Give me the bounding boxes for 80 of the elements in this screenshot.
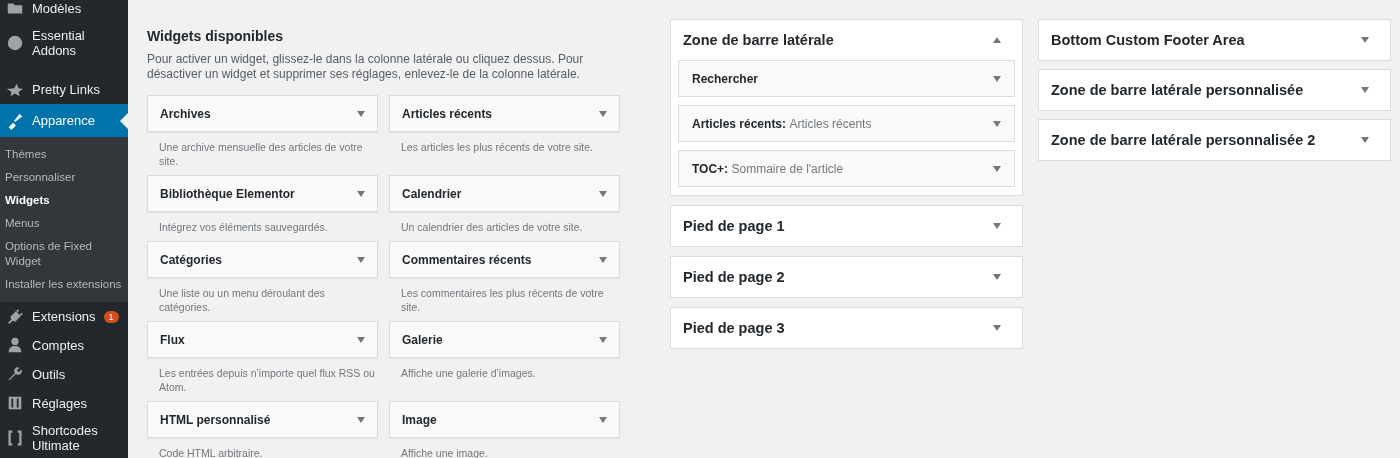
menu-item[interactable]: Extensions 1: [0, 302, 128, 331]
user-icon: [6, 336, 24, 355]
widget-card[interactable]: Archives: [147, 95, 378, 132]
caret-down-icon[interactable]: [599, 256, 607, 263]
caret-down-icon[interactable]: [993, 325, 1001, 331]
menu-label: Essential Addons: [32, 28, 86, 59]
area-title[interactable]: Bottom Custom Footer Area: [1051, 32, 1245, 48]
widget-card[interactable]: HTML personnalisé: [147, 401, 378, 438]
caret-down-icon[interactable]: [993, 223, 1001, 229]
caret-down-icon[interactable]: [1361, 87, 1369, 93]
caret-down-icon[interactable]: [357, 416, 365, 423]
area-title[interactable]: Pied de page 1: [683, 218, 785, 234]
menu-item[interactable]: Comptes: [0, 330, 128, 360]
area-title[interactable]: Zone de barre latérale personnalisée: [1051, 82, 1304, 98]
area-title[interactable]: Zone de barre latérale: [683, 32, 834, 48]
submenu-item[interactable]: Personnaliser: [0, 166, 128, 190]
menu-label: Apparence: [32, 113, 95, 129]
caret-down-icon[interactable]: [599, 416, 607, 423]
brackets-icon: [6, 428, 24, 447]
caret-down-icon[interactable]: [357, 336, 365, 343]
caret-up-icon[interactable]: [993, 37, 1001, 43]
menu-label: Pretty Links: [32, 82, 100, 98]
widget-card[interactable]: Commentaires récents: [389, 241, 620, 278]
widget-description: Les entrées depuis n’importe quel flux RSS ou Atom.: [158, 366, 376, 395]
menu-item[interactable]: Apparence: [0, 104, 128, 138]
menu-label: Shortcodes Ultimate: [32, 422, 99, 453]
area-title[interactable]: Pied de page 3: [683, 320, 785, 336]
widget-description: Intégrez vos éléments sauvegardés.: [158, 220, 329, 235]
menu-item[interactable]: Essential Addons: [0, 22, 128, 64]
widget-description: Un calendrier des articles de votre site.: [400, 220, 584, 235]
menu-label: Comptes: [32, 337, 85, 353]
widget-card[interactable]: Catégories: [147, 241, 378, 278]
widget-card[interactable]: Galerie: [389, 321, 620, 358]
submenu-item[interactable]: Options de Fixed Widget: [0, 235, 128, 274]
menu-item[interactable]: Outils: [0, 359, 128, 389]
widget-card[interactable]: Bibliothèque Elementor: [147, 175, 378, 212]
widget-card[interactable]: Image: [389, 401, 620, 438]
widget-description: Une liste ou un menu déroulant des catégories.: [158, 286, 326, 315]
widget-description: Les articles les plus récents de votre site.: [400, 140, 594, 155]
caret-down-icon[interactable]: [993, 75, 1001, 82]
caret-down-icon[interactable]: [599, 190, 607, 197]
menu-item[interactable]: Modèles: [0, 0, 128, 23]
widget-card[interactable]: Articles récents: [389, 95, 620, 132]
menu-item[interactable]: Pretty Links: [0, 75, 128, 105]
placed-widget[interactable]: TOC+: Sommaire de l'article: [678, 150, 1015, 187]
widget-description: Les commentaires les plus récents de votre site.: [400, 286, 605, 315]
menu-label: Modèles: [32, 0, 82, 16]
plug-icon: [6, 307, 24, 326]
caret-down-icon[interactable]: [357, 256, 365, 263]
count-badge: 1: [103, 310, 119, 323]
caret-down-icon[interactable]: [599, 336, 607, 343]
widget-description: Affiche une galerie d’images.: [400, 366, 537, 381]
caret-down-icon[interactable]: [599, 110, 607, 117]
submenu-item[interactable]: Installer les extensions: [0, 273, 128, 297]
area-title[interactable]: Zone de barre latérale personnalisée 2: [1051, 132, 1316, 148]
caret-down-icon[interactable]: [357, 190, 365, 197]
widget-description: Une archive mensuelle des articles de votre site.: [158, 140, 364, 169]
placed-widget[interactable]: Rechercher: [678, 60, 1015, 97]
submenu-item[interactable]: Thèmes: [0, 143, 128, 167]
caret-down-icon[interactable]: [993, 165, 1001, 172]
menu-item[interactable]: Shortcodes Ultimate: [0, 417, 128, 458]
section-title: Widgets disponibles: [147, 28, 284, 44]
brush-icon: [6, 111, 24, 130]
menu-label: Extensions: [32, 309, 96, 324]
submenu-item[interactable]: Menus: [0, 212, 128, 236]
menu-item[interactable]: Réglages: [0, 388, 128, 418]
submenu-item[interactable]: Widgets: [0, 189, 128, 213]
widget-description: Code HTML arbitraire.: [158, 446, 264, 458]
widget-card[interactable]: Calendrier: [389, 175, 620, 212]
menu-label: Outils: [32, 366, 66, 382]
instructions-text: Pour activer un widget, glissez-le dans la colonne latérale ou cliquez dessus. Pour désactiver un widget et supprimer ses réglages, enlevez-le de la colonne latérale.: [147, 52, 585, 82]
caret-down-icon[interactable]: [357, 110, 365, 117]
caret-down-icon[interactable]: [993, 274, 1001, 280]
area-title[interactable]: Pied de page 2: [683, 269, 785, 285]
widget-card[interactable]: Flux: [147, 321, 378, 358]
menu-label: Réglages: [32, 395, 87, 411]
caret-down-icon[interactable]: [993, 120, 1001, 127]
placed-widget[interactable]: Articles récents: Articles récents: [678, 105, 1015, 142]
caret-down-icon[interactable]: [1361, 137, 1369, 143]
caret-down-icon[interactable]: [1361, 37, 1369, 43]
